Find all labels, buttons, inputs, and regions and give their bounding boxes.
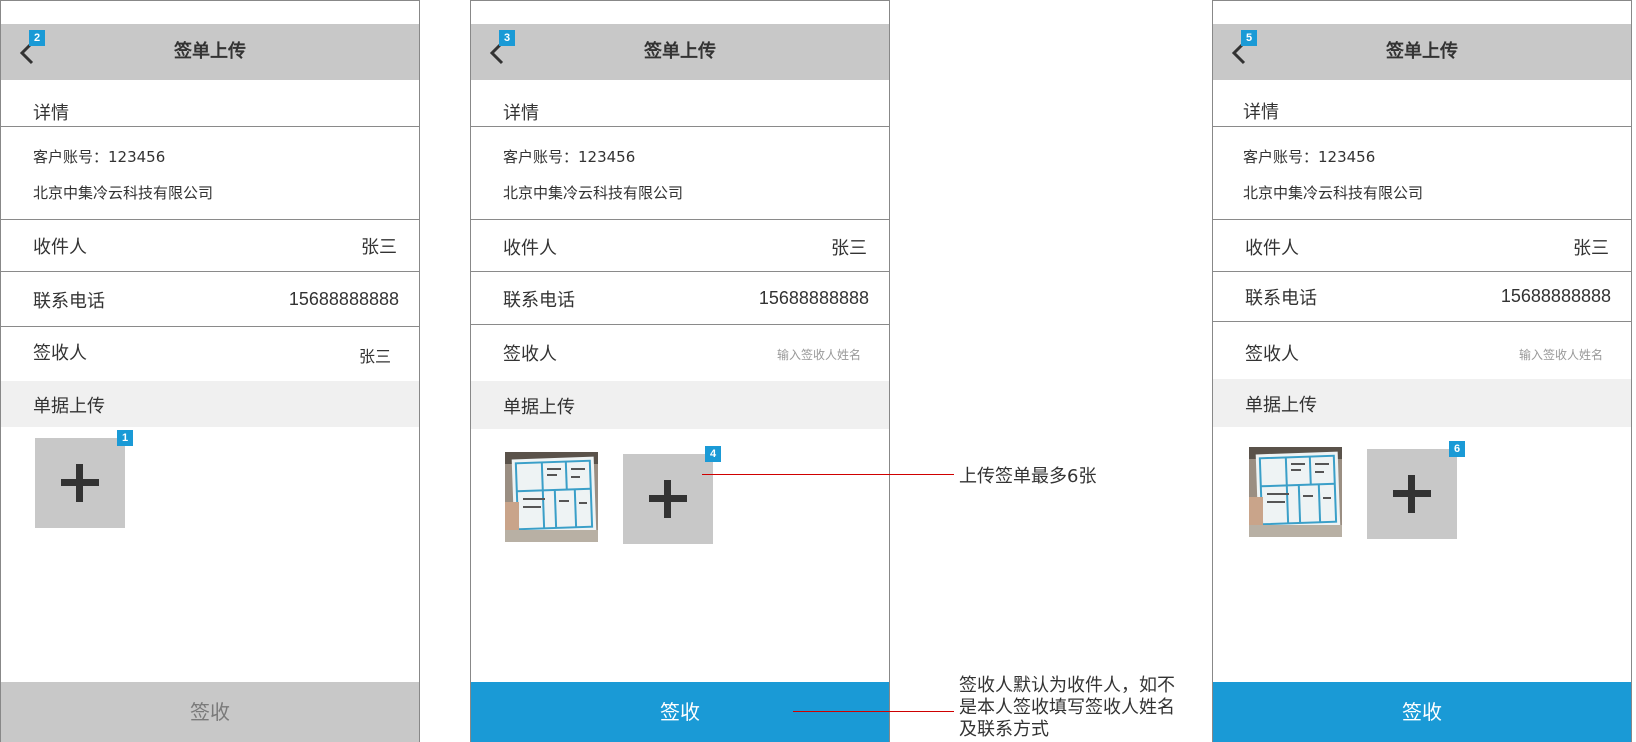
signer-label: 签收人 <box>503 344 557 365</box>
annotation-signer-note-2: 是本人签收填写签收人姓名 <box>959 697 1175 718</box>
divider <box>1213 321 1631 322</box>
receipt-photo <box>1249 447 1342 537</box>
signer-input[interactable]: 输入签收人姓名 <box>777 346 861 363</box>
detail-heading: 详情 <box>503 103 539 124</box>
add-photo-button[interactable] <box>35 438 125 528</box>
upload-label: 单据上传 <box>1245 395 1317 416</box>
divider <box>1 219 419 220</box>
submit-button[interactable]: 签收 <box>1 682 419 742</box>
nav-header: 2 签单上传 <box>1 24 419 80</box>
receipt-photo <box>505 452 598 542</box>
receiver-value: 张三 <box>831 238 867 259</box>
screen-2: 3 签单上传 详情 客户账号：123456 北京中集冷云科技有限公司 收件人 张… <box>470 0 890 742</box>
upload-section-band: 单据上传 <box>1213 379 1631 427</box>
nav-header: 5 签单上传 <box>1213 24 1631 80</box>
receiver-label: 收件人 <box>33 237 87 258</box>
receiver-label: 收件人 <box>1245 238 1299 259</box>
company-name: 北京中集冷云科技有限公司 <box>33 184 214 202</box>
add-photo-button[interactable] <box>623 454 713 544</box>
annotation-connector <box>793 711 954 712</box>
signer-label: 签收人 <box>33 343 87 364</box>
add-photo-badge: 1 <box>117 430 133 446</box>
company-name: 北京中集冷云科技有限公司 <box>503 184 684 202</box>
signer-label: 签收人 <box>1245 344 1299 365</box>
nav-header: 3 签单上传 <box>471 24 889 80</box>
company-name: 北京中集冷云科技有限公司 <box>1243 184 1424 202</box>
divider <box>1 326 419 327</box>
account-number: 客户账号：123456 <box>503 148 636 166</box>
divider <box>1213 271 1631 272</box>
phone-label: 联系电话 <box>1245 288 1317 309</box>
phone-label: 联系电话 <box>503 290 575 311</box>
plus-icon <box>61 464 99 502</box>
page-title: 签单上传 <box>1386 41 1458 62</box>
divider <box>471 271 889 272</box>
divider <box>471 126 889 127</box>
upload-section-band: 单据上传 <box>1 381 419 427</box>
screen-1: 2 签单上传 详情 客户账号：123456 北京中集冷云科技有限公司 收件人 张… <box>0 0 420 742</box>
detail-heading: 详情 <box>33 103 69 124</box>
account-number: 客户账号：123456 <box>33 148 166 166</box>
phone-label: 联系电话 <box>33 291 105 312</box>
account-number: 客户账号：123456 <box>1243 148 1376 166</box>
uploaded-receipt-thumbnail[interactable] <box>1249 447 1342 537</box>
submit-button[interactable]: 签收 <box>1213 682 1631 742</box>
upload-label: 单据上传 <box>33 396 105 417</box>
phone-value: 15688888888 <box>758 288 869 308</box>
phone-value: 15688888888 <box>288 289 399 309</box>
upload-label: 单据上传 <box>503 397 575 418</box>
signer-input[interactable]: 输入签收人姓名 <box>1519 346 1603 363</box>
page-title: 签单上传 <box>174 41 246 62</box>
add-photo-badge: 6 <box>1449 441 1465 457</box>
divider <box>471 324 889 325</box>
add-photo-button[interactable] <box>1367 449 1457 539</box>
upload-section-band: 单据上传 <box>471 381 889 429</box>
screen-3: 5 签单上传 详情 客户账号：123456 北京中集冷云科技有限公司 收件人 张… <box>1212 0 1632 742</box>
plus-icon <box>649 480 687 518</box>
page-title: 签单上传 <box>644 41 716 62</box>
plus-icon <box>1393 475 1431 513</box>
divider <box>1213 126 1631 127</box>
submit-button[interactable]: 签收 <box>471 682 889 742</box>
add-photo-badge: 4 <box>705 446 721 462</box>
receiver-value: 张三 <box>361 237 397 258</box>
receiver-value: 张三 <box>1573 238 1609 259</box>
annotation-connector <box>702 474 954 475</box>
detail-heading: 详情 <box>1243 102 1279 123</box>
phone-value: 15688888888 <box>1500 286 1611 306</box>
receiver-label: 收件人 <box>503 238 557 259</box>
divider <box>471 219 889 220</box>
signer-value[interactable]: 张三 <box>359 343 391 367</box>
annotation-max-upload: 上传签单最多6张 <box>959 466 1097 487</box>
uploaded-receipt-thumbnail[interactable] <box>505 452 598 542</box>
annotation-signer-note-3: 及联系方式 <box>959 719 1049 740</box>
divider <box>1 271 419 272</box>
annotation-signer-note-1: 签收人默认为收件人，如不 <box>959 675 1175 696</box>
divider <box>1 126 419 127</box>
divider <box>1213 219 1631 220</box>
